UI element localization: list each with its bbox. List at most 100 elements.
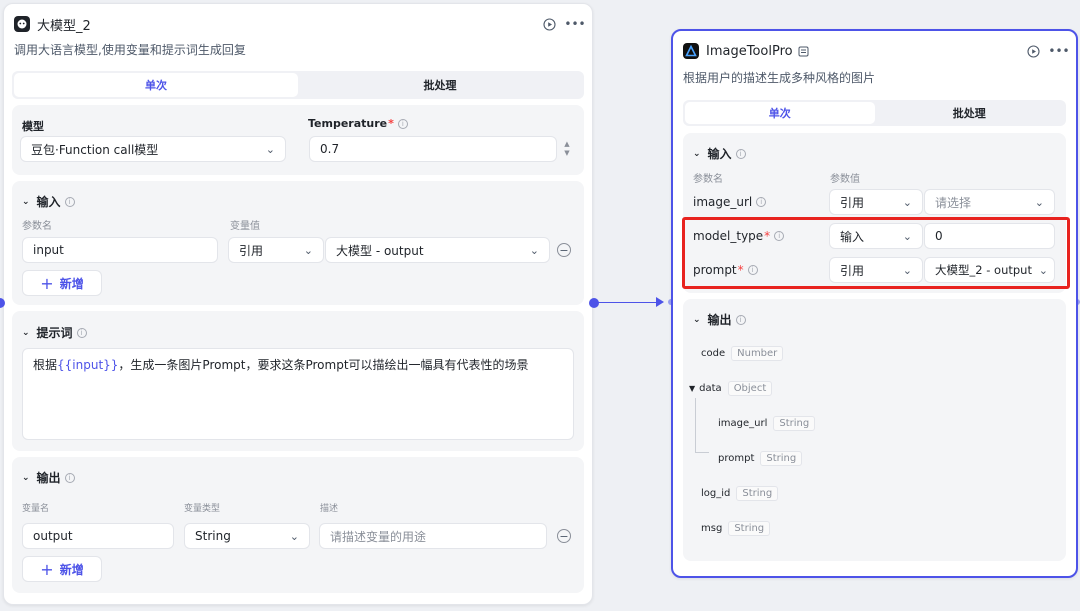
tool-node-header: ImageToolPro ••• [683, 41, 1070, 61]
info-icon: i [397, 118, 408, 129]
chevron-down-icon[interactable]: ⌄ [22, 473, 30, 483]
tool-output-section: ⌄ 输出 i code Number ▼ data Object image_url Str… [683, 299, 1066, 561]
info-icon: i [756, 197, 767, 207]
model-type-source-select[interactable]: 输入 ⌄ [829, 223, 923, 249]
output-field-data[interactable]: ▼ data Object [689, 381, 773, 396]
model-label: 模型 [22, 120, 44, 133]
plugin-badge-icon [797, 44, 811, 58]
chevron-down-icon: ⌄ [902, 263, 912, 277]
info-icon: i [64, 196, 75, 207]
tab-batch[interactable]: 批处理 [875, 102, 1065, 124]
info-icon: i [747, 265, 758, 275]
llm-node[interactable]: 大模型_2 ••• 调用大语言模型,使用变量和提示词生成回复 单次 批处理 模型… [3, 3, 593, 605]
arrow-right-icon [656, 297, 664, 307]
param-value-header: 参数值 [830, 174, 860, 185]
output-var-name[interactable]: output [22, 523, 174, 549]
tab-single[interactable]: 单次 [14, 73, 298, 97]
chevron-down-icon[interactable]: ⌄ [22, 328, 30, 338]
chevron-up-icon[interactable]: ▲ [564, 140, 569, 149]
tool-input-title[interactable]: ⌄ 输入 i [693, 145, 746, 162]
output-field-msg: msg String [701, 521, 771, 536]
model-type-value-input[interactable]: 0 [924, 223, 1055, 249]
info-icon: i [76, 327, 87, 338]
chevron-down-icon: ⌄ [529, 243, 539, 257]
info-icon: i [774, 231, 785, 241]
image-url-source-select[interactable]: 引用 ⌄ [829, 189, 923, 215]
chevron-down-icon: ⌄ [303, 243, 313, 257]
caret-down-icon[interactable]: ▼ [689, 384, 695, 393]
info-icon: i [735, 148, 746, 159]
prompt-title[interactable]: ⌄ 提示词 i [22, 324, 87, 341]
prompt-source-select[interactable]: 引用 ⌄ [829, 257, 923, 283]
llm-input-section: ⌄ 输入 i 参数名 变量值 input 引用 ⌄ 大模型 - output ⌄ −… [12, 181, 584, 305]
chevron-down-icon[interactable]: ⌄ [22, 197, 30, 207]
chevron-down-icon: ⌄ [1034, 195, 1044, 209]
input-variable-select[interactable]: 大模型 - output ⌄ [325, 237, 550, 263]
chevron-down-icon: ⌄ [265, 142, 275, 156]
plus-icon: + [40, 559, 54, 579]
tool-mode-tabs: 单次 批处理 [683, 100, 1066, 126]
remove-input-icon[interactable]: − [557, 243, 571, 257]
image-tool-node[interactable]: ImageToolPro ••• 根据用户的描述生成多种风格的图片 单次 批处理… [671, 29, 1078, 578]
tab-batch[interactable]: 批处理 [298, 73, 582, 97]
llm-output-section: ⌄ 输出 i 变量名 变量类型 描述 output String ⌄ 请描述变量的用… [12, 457, 584, 593]
prompt-variable-token[interactable]: {{input}} [57, 358, 118, 372]
llm-node-description: 调用大语言模型,使用变量和提示词生成回复 [14, 43, 246, 57]
param-name-header: 参数名 [22, 221, 52, 232]
var-type-header: 变量类型 [184, 504, 221, 514]
connection-edge[interactable] [598, 302, 662, 303]
temperature-stepper[interactable]: ▲ ▼ [562, 138, 572, 160]
chevron-down-icon: ⌄ [289, 529, 299, 543]
model-select-value: 豆包·Function call模型 [31, 142, 159, 157]
output-type-select[interactable]: String ⌄ [184, 523, 310, 549]
llm-output-port[interactable] [589, 298, 599, 308]
output-field-log-id: log_id String [701, 486, 779, 501]
chevron-down-icon[interactable]: ▼ [564, 149, 569, 158]
tool-output-title[interactable]: ⌄ 输出 i [693, 311, 746, 328]
temperature-value: 0.7 [320, 142, 340, 156]
tool-node-icon [683, 43, 699, 59]
param-value-header: 变量值 [230, 221, 260, 232]
input-param-name[interactable]: input [22, 237, 218, 263]
more-icon[interactable]: ••• [564, 17, 585, 31]
param-name-header: 参数名 [693, 174, 723, 185]
temperature-input[interactable]: 0.7 [309, 136, 557, 162]
chevron-down-icon: ⌄ [902, 195, 912, 209]
model-select[interactable]: 豆包·Function call模型 ⌄ [20, 136, 286, 162]
model-section: 模型 豆包·Function call模型 ⌄ Temperature * i 0.… [12, 105, 584, 175]
info-icon: i [735, 314, 746, 325]
chevron-down-icon[interactable]: ⌄ [693, 149, 701, 159]
tab-single[interactable]: 单次 [685, 102, 875, 124]
param-model-type: model_type * i [693, 229, 785, 243]
llm-output-title[interactable]: ⌄ 输出 i [22, 469, 75, 486]
output-field-code: code Number [701, 346, 784, 361]
more-icon[interactable]: ••• [1048, 44, 1069, 58]
llm-input-title[interactable]: ⌄ 输入 i [22, 193, 75, 210]
image-url-value-select[interactable]: 请选择 ⌄ [924, 189, 1055, 215]
prompt-editor[interactable]: 根据{{input}}，生成一条图片Prompt，要求这条Prompt可以描绘出… [22, 348, 574, 440]
prompt-section: ⌄ 提示词 i 根据{{input}}，生成一条图片Prompt，要求这条Promp… [12, 311, 584, 451]
chevron-down-icon[interactable]: ⌄ [693, 315, 701, 325]
param-prompt: prompt * i [693, 263, 758, 277]
add-output-button[interactable]: + 新增 [22, 556, 102, 582]
output-desc-input[interactable]: 请描述变量的用途 [319, 523, 547, 549]
remove-output-icon[interactable]: − [557, 529, 571, 543]
prompt-value-select[interactable]: 大模型_2 - output ⌄ [924, 257, 1055, 283]
param-image-url: image_url i [693, 195, 767, 209]
chevron-down-icon: ⌄ [902, 229, 912, 243]
run-icon[interactable] [1026, 44, 1040, 58]
var-desc-header: 描述 [320, 504, 339, 514]
tool-node-title: ImageToolPro [706, 43, 793, 59]
var-name-header: 变量名 [22, 504, 50, 514]
tool-node-description: 根据用户的描述生成多种风格的图片 [683, 71, 876, 85]
info-icon: i [64, 472, 75, 483]
tree-connector [695, 398, 696, 452]
llm-mode-tabs: 单次 批处理 [12, 71, 584, 99]
run-icon[interactable] [542, 17, 556, 31]
output-field-prompt: prompt String [718, 451, 803, 466]
input-source-select[interactable]: 引用 ⌄ [228, 237, 324, 263]
llm-node-title: 大模型_2 [37, 18, 91, 34]
add-input-button[interactable]: + 新增 [22, 270, 102, 296]
tool-input-section: ⌄ 输入 i 参数名 参数值 image_url i 引用 ⌄ 请选择 ⌄ model… [683, 133, 1066, 293]
llm-node-header: 大模型_2 ••• [14, 14, 586, 34]
